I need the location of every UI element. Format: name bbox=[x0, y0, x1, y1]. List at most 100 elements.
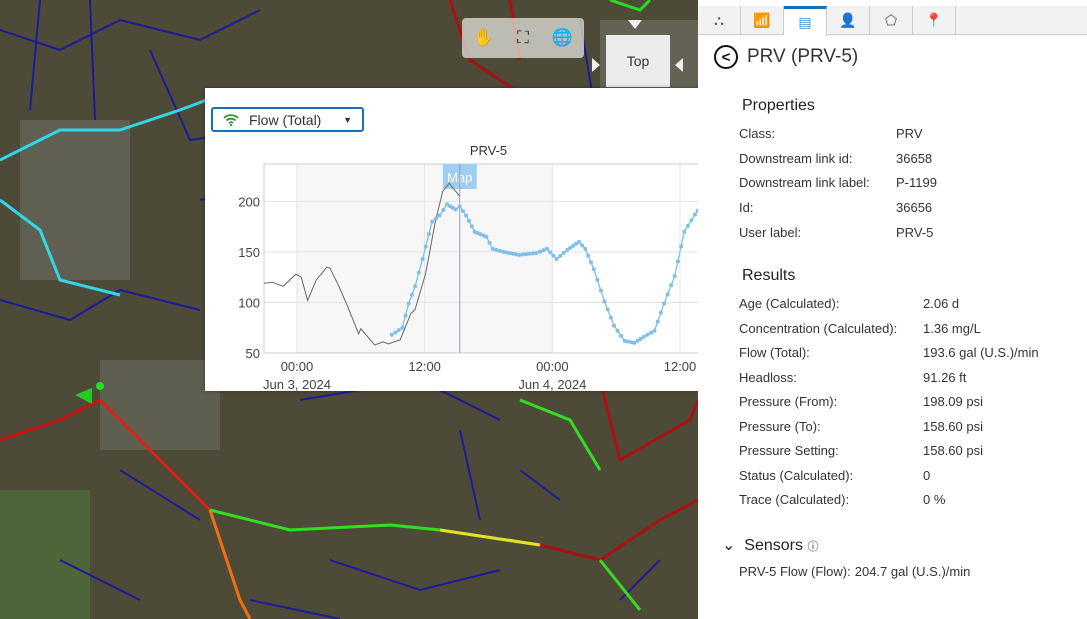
row-value: 1.36 mg/L bbox=[923, 320, 981, 336]
sensors-title: Sensors bbox=[744, 537, 803, 554]
data-point bbox=[409, 292, 414, 297]
row-label: Downstream link id: bbox=[739, 150, 853, 166]
row-value: 36656 bbox=[896, 200, 933, 216]
data-point bbox=[591, 267, 596, 272]
results-row: Age (Calculated): 2.06 d bbox=[739, 296, 959, 311]
data-point bbox=[389, 332, 394, 337]
row-value: 91.26 ft bbox=[923, 369, 967, 385]
tab-signal[interactable]: 📶 bbox=[741, 6, 784, 35]
results-row: Headloss: 91.26 ft bbox=[739, 370, 966, 385]
data-point bbox=[554, 257, 559, 262]
info-icon[interactable]: ⓘ bbox=[807, 541, 818, 553]
view-right-arrow-icon[interactable] bbox=[668, 58, 683, 72]
data-point bbox=[652, 328, 657, 333]
row-label: Status (Calculated): bbox=[739, 467, 854, 483]
row-value: 36658 bbox=[896, 150, 933, 166]
polygon-icon: ⬠ bbox=[884, 12, 898, 28]
properties-row: Downstream link label: P-1199 bbox=[739, 175, 937, 190]
tab-details[interactable]: ▤ bbox=[784, 6, 827, 36]
data-point bbox=[645, 332, 650, 337]
data-point bbox=[669, 283, 674, 288]
data-point bbox=[602, 299, 607, 304]
zoom-extent-icon[interactable]: ⛶ bbox=[517, 28, 529, 48]
tab-user[interactable]: 👤 bbox=[827, 6, 870, 35]
data-point bbox=[420, 257, 425, 262]
map-navigation-toolbar: ✋ ⛶ 🌐 bbox=[462, 18, 584, 58]
row-value: 158.60 psi bbox=[923, 443, 983, 458]
properties-heading: Properties bbox=[742, 97, 815, 114]
map-pin-icon: 📍 bbox=[925, 12, 943, 28]
data-point bbox=[423, 244, 428, 249]
data-point bbox=[692, 212, 697, 217]
data-point bbox=[583, 246, 588, 251]
row-label: Concentration (Calculated): bbox=[739, 320, 898, 336]
y-tick-label: 200 bbox=[238, 194, 260, 209]
properties-row: Id: 36656 bbox=[739, 200, 932, 215]
sensors-heading[interactable]: ⌄ Sensors ⓘ bbox=[722, 535, 818, 555]
zoom-globe-icon[interactable]: 🌐 bbox=[552, 28, 573, 48]
row-label: Pressure (From): bbox=[739, 394, 838, 409]
row-label: Age (Calculated): bbox=[739, 296, 840, 311]
row-label: Flow (Total): bbox=[739, 345, 810, 360]
properties-row: Downstream link id: 36658 bbox=[739, 151, 932, 166]
user-icon: 👤 bbox=[839, 12, 857, 28]
results-row: Status (Calculated): 0 bbox=[739, 468, 930, 483]
data-point bbox=[586, 253, 591, 258]
data-point bbox=[662, 301, 667, 306]
properties-row: User label: PRV-5 bbox=[739, 225, 933, 240]
pan-hand-icon[interactable]: ✋ bbox=[473, 28, 494, 48]
data-point bbox=[551, 253, 556, 258]
data-point bbox=[393, 330, 398, 335]
data-point bbox=[576, 239, 581, 244]
row-value: PRV bbox=[896, 126, 923, 141]
data-point bbox=[580, 243, 585, 248]
caret-down-icon: ▼ bbox=[343, 114, 352, 125]
data-point bbox=[619, 333, 624, 338]
data-point bbox=[416, 270, 421, 275]
row-value: 193.6 gal (U.S.)/min bbox=[923, 345, 1039, 360]
data-point bbox=[665, 292, 670, 297]
row-label: Trace (Calculated): bbox=[739, 492, 850, 507]
data-point bbox=[524, 252, 529, 257]
x-tick-label: 00:00 bbox=[536, 359, 569, 374]
results-heading: Results bbox=[742, 267, 796, 284]
view-up-arrow-icon[interactable] bbox=[628, 20, 642, 36]
data-point bbox=[403, 313, 408, 318]
data-point bbox=[490, 246, 495, 251]
row-label: Id: bbox=[739, 200, 754, 216]
x-tick-label: 00:00 bbox=[281, 359, 314, 374]
attribute-dropdown[interactable]: Flow (Total) ▼ bbox=[211, 107, 364, 132]
row-value: 2.06 d bbox=[923, 296, 960, 311]
data-point bbox=[689, 218, 694, 223]
data-point bbox=[484, 234, 489, 239]
chart-popup: 50 100 150 200 00:00 Jun 3, 2024 12:00 00:00 Jun… bbox=[205, 88, 730, 391]
back-icon[interactable]: < bbox=[714, 45, 738, 69]
tab-hydrants[interactable]: ⛬ bbox=[698, 6, 741, 35]
y-tick-label: 50 bbox=[246, 346, 260, 361]
row-value: 158.60 psi bbox=[923, 418, 983, 434]
data-point bbox=[520, 252, 525, 257]
dropdown-label: Flow (Total) bbox=[249, 111, 322, 128]
data-point bbox=[658, 310, 663, 315]
row-value: 0 bbox=[923, 467, 931, 483]
results-row: Pressure (To): 158.60 psi bbox=[739, 419, 983, 434]
tab-polygon[interactable]: ⬠ bbox=[870, 6, 913, 35]
data-point bbox=[641, 334, 646, 339]
tab-map-pin[interactable]: 📍 bbox=[913, 6, 956, 35]
properties-row: Class: PRV bbox=[739, 126, 923, 141]
data-point bbox=[497, 248, 502, 253]
properties-panel: ⛬ 📶 ▤ 👤 ⬠ 📍 < PRV (PRV-5) Properties Cla… bbox=[698, 0, 1087, 619]
row-label: Downstream link label: bbox=[739, 175, 870, 191]
data-point bbox=[487, 240, 492, 245]
results-row: Trace (Calculated): 0 % bbox=[739, 492, 945, 507]
details-icon: ▤ bbox=[798, 14, 812, 30]
chart-title: PRV-5 bbox=[470, 143, 507, 158]
row-label: Pressure Setting: bbox=[739, 443, 839, 458]
view-top-button[interactable]: Top bbox=[606, 35, 670, 87]
results-row: Pressure Setting: 158.60 psi bbox=[739, 443, 983, 458]
data-point bbox=[588, 260, 593, 265]
data-point bbox=[598, 288, 603, 293]
data-point bbox=[464, 213, 469, 218]
view-left-arrow-icon[interactable] bbox=[592, 58, 607, 72]
row-label: Class: bbox=[739, 126, 776, 141]
